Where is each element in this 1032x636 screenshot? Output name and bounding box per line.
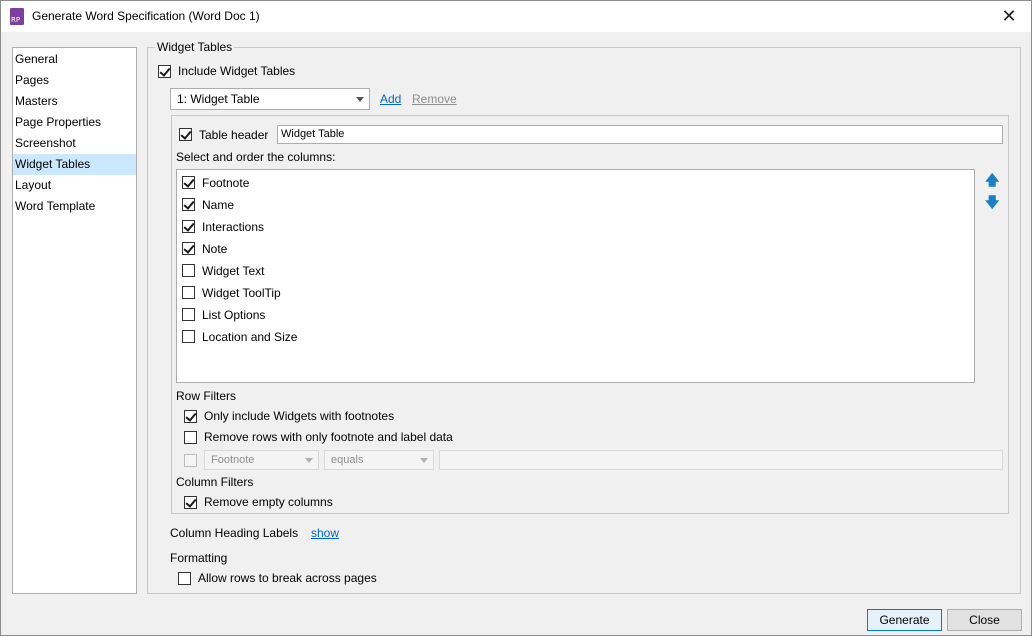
sidebar-item-widget-tables[interactable]: Widget Tables — [13, 154, 136, 175]
include-widget-tables-label: Include Widget Tables — [178, 64, 296, 78]
column-widget-tooltip-label: Widget ToolTip — [202, 286, 281, 300]
remove-rows-label: Remove rows with only footnote and label… — [204, 430, 453, 444]
filter-operator-select[interactable]: equals — [324, 450, 434, 470]
show-column-headings-link[interactable]: show — [311, 526, 339, 540]
remove-table-link[interactable]: Remove — [412, 92, 457, 106]
table-header-checkbox[interactable] — [179, 128, 192, 141]
column-widget-text-checkbox[interactable] — [182, 264, 195, 277]
column-widget-text-label: Widget Text — [202, 264, 265, 278]
remove-empty-columns-label: Remove empty columns — [204, 495, 333, 509]
sidebar-item-general[interactable]: General — [13, 49, 136, 70]
custom-filter-checkbox[interactable] — [184, 454, 197, 467]
title-bar: RP Generate Word Specification (Word Doc… — [1, 1, 1031, 32]
widget-table-select-value: 1: Widget Table — [177, 92, 260, 106]
sidebar-item-masters[interactable]: Masters — [13, 91, 136, 112]
sidebar-item-pages[interactable]: Pages — [13, 70, 136, 91]
settings-sidebar: General Pages Masters Page Properties Sc… — [12, 47, 137, 594]
columns-label: Select and order the columns: — [176, 150, 336, 164]
formatting-label: Formatting — [170, 551, 228, 565]
chevron-down-icon — [420, 458, 428, 463]
column-location-size-label: Location and Size — [202, 330, 298, 344]
remove-rows-checkbox[interactable] — [184, 431, 197, 444]
only-footnotes-checkbox[interactable] — [184, 410, 197, 423]
row-filters-label: Row Filters — [176, 389, 237, 403]
filter-field-select[interactable]: Footnote — [204, 450, 319, 470]
filter-field-select-value: Footnote — [211, 454, 255, 466]
column-location-size-checkbox[interactable] — [182, 330, 195, 343]
columns-list — [176, 169, 975, 383]
move-up-icon[interactable]: 🡅 — [985, 173, 999, 187]
allow-rows-break-label: Allow rows to break across pages — [198, 571, 377, 585]
add-table-link[interactable]: Add — [380, 92, 401, 106]
widget-tables-group-title: Widget Tables — [155, 40, 235, 54]
column-heading-labels-label: Column Heading Labels — [170, 526, 299, 540]
table-header-input[interactable]: Widget Table — [277, 125, 1003, 144]
app-icon-text: RP — [11, 16, 21, 24]
chevron-down-icon — [356, 97, 364, 102]
column-note-checkbox[interactable] — [182, 242, 195, 255]
axure-rp-app-icon: RP — [10, 8, 24, 25]
filter-value-input[interactable] — [439, 450, 1003, 470]
close-button[interactable]: Close — [947, 609, 1022, 631]
dialog-window: RP Generate Word Specification (Word Doc… — [0, 0, 1032, 636]
sidebar-item-screenshot[interactable]: Screenshot — [13, 133, 136, 154]
move-down-icon[interactable]: 🡇 — [985, 195, 999, 209]
column-footnote-label: Footnote — [202, 176, 250, 190]
window-title: Generate Word Specification (Word Doc 1) — [32, 9, 260, 23]
allow-rows-break-checkbox[interactable] — [178, 572, 191, 585]
column-widget-tooltip-checkbox[interactable] — [182, 286, 195, 299]
widget-table-select[interactable]: 1: Widget Table — [170, 88, 370, 110]
table-header-label: Table header — [199, 128, 269, 142]
only-footnotes-label: Only include Widgets with footnotes — [204, 409, 395, 423]
sidebar-item-word-template[interactable]: Word Template — [13, 196, 136, 217]
column-note-label: Note — [202, 242, 228, 256]
column-name-checkbox[interactable] — [182, 198, 195, 211]
column-interactions-checkbox[interactable] — [182, 220, 195, 233]
filter-operator-select-value: equals — [331, 454, 364, 466]
sidebar-item-layout[interactable]: Layout — [13, 175, 136, 196]
column-filters-label: Column Filters — [176, 475, 254, 489]
sidebar-item-page-properties[interactable]: Page Properties — [13, 112, 136, 133]
column-list-options-checkbox[interactable] — [182, 308, 195, 321]
include-widget-tables-checkbox[interactable] — [158, 65, 171, 78]
remove-empty-columns-checkbox[interactable] — [184, 496, 197, 509]
column-name-label: Name — [202, 198, 235, 212]
column-list-options-label: List Options — [202, 308, 266, 322]
column-interactions-label: Interactions — [202, 220, 265, 234]
generate-button[interactable]: Generate — [867, 609, 942, 631]
column-footnote-checkbox[interactable] — [182, 176, 195, 189]
chevron-down-icon — [305, 458, 313, 463]
close-window-icon[interactable]: ✕ — [997, 6, 1021, 28]
